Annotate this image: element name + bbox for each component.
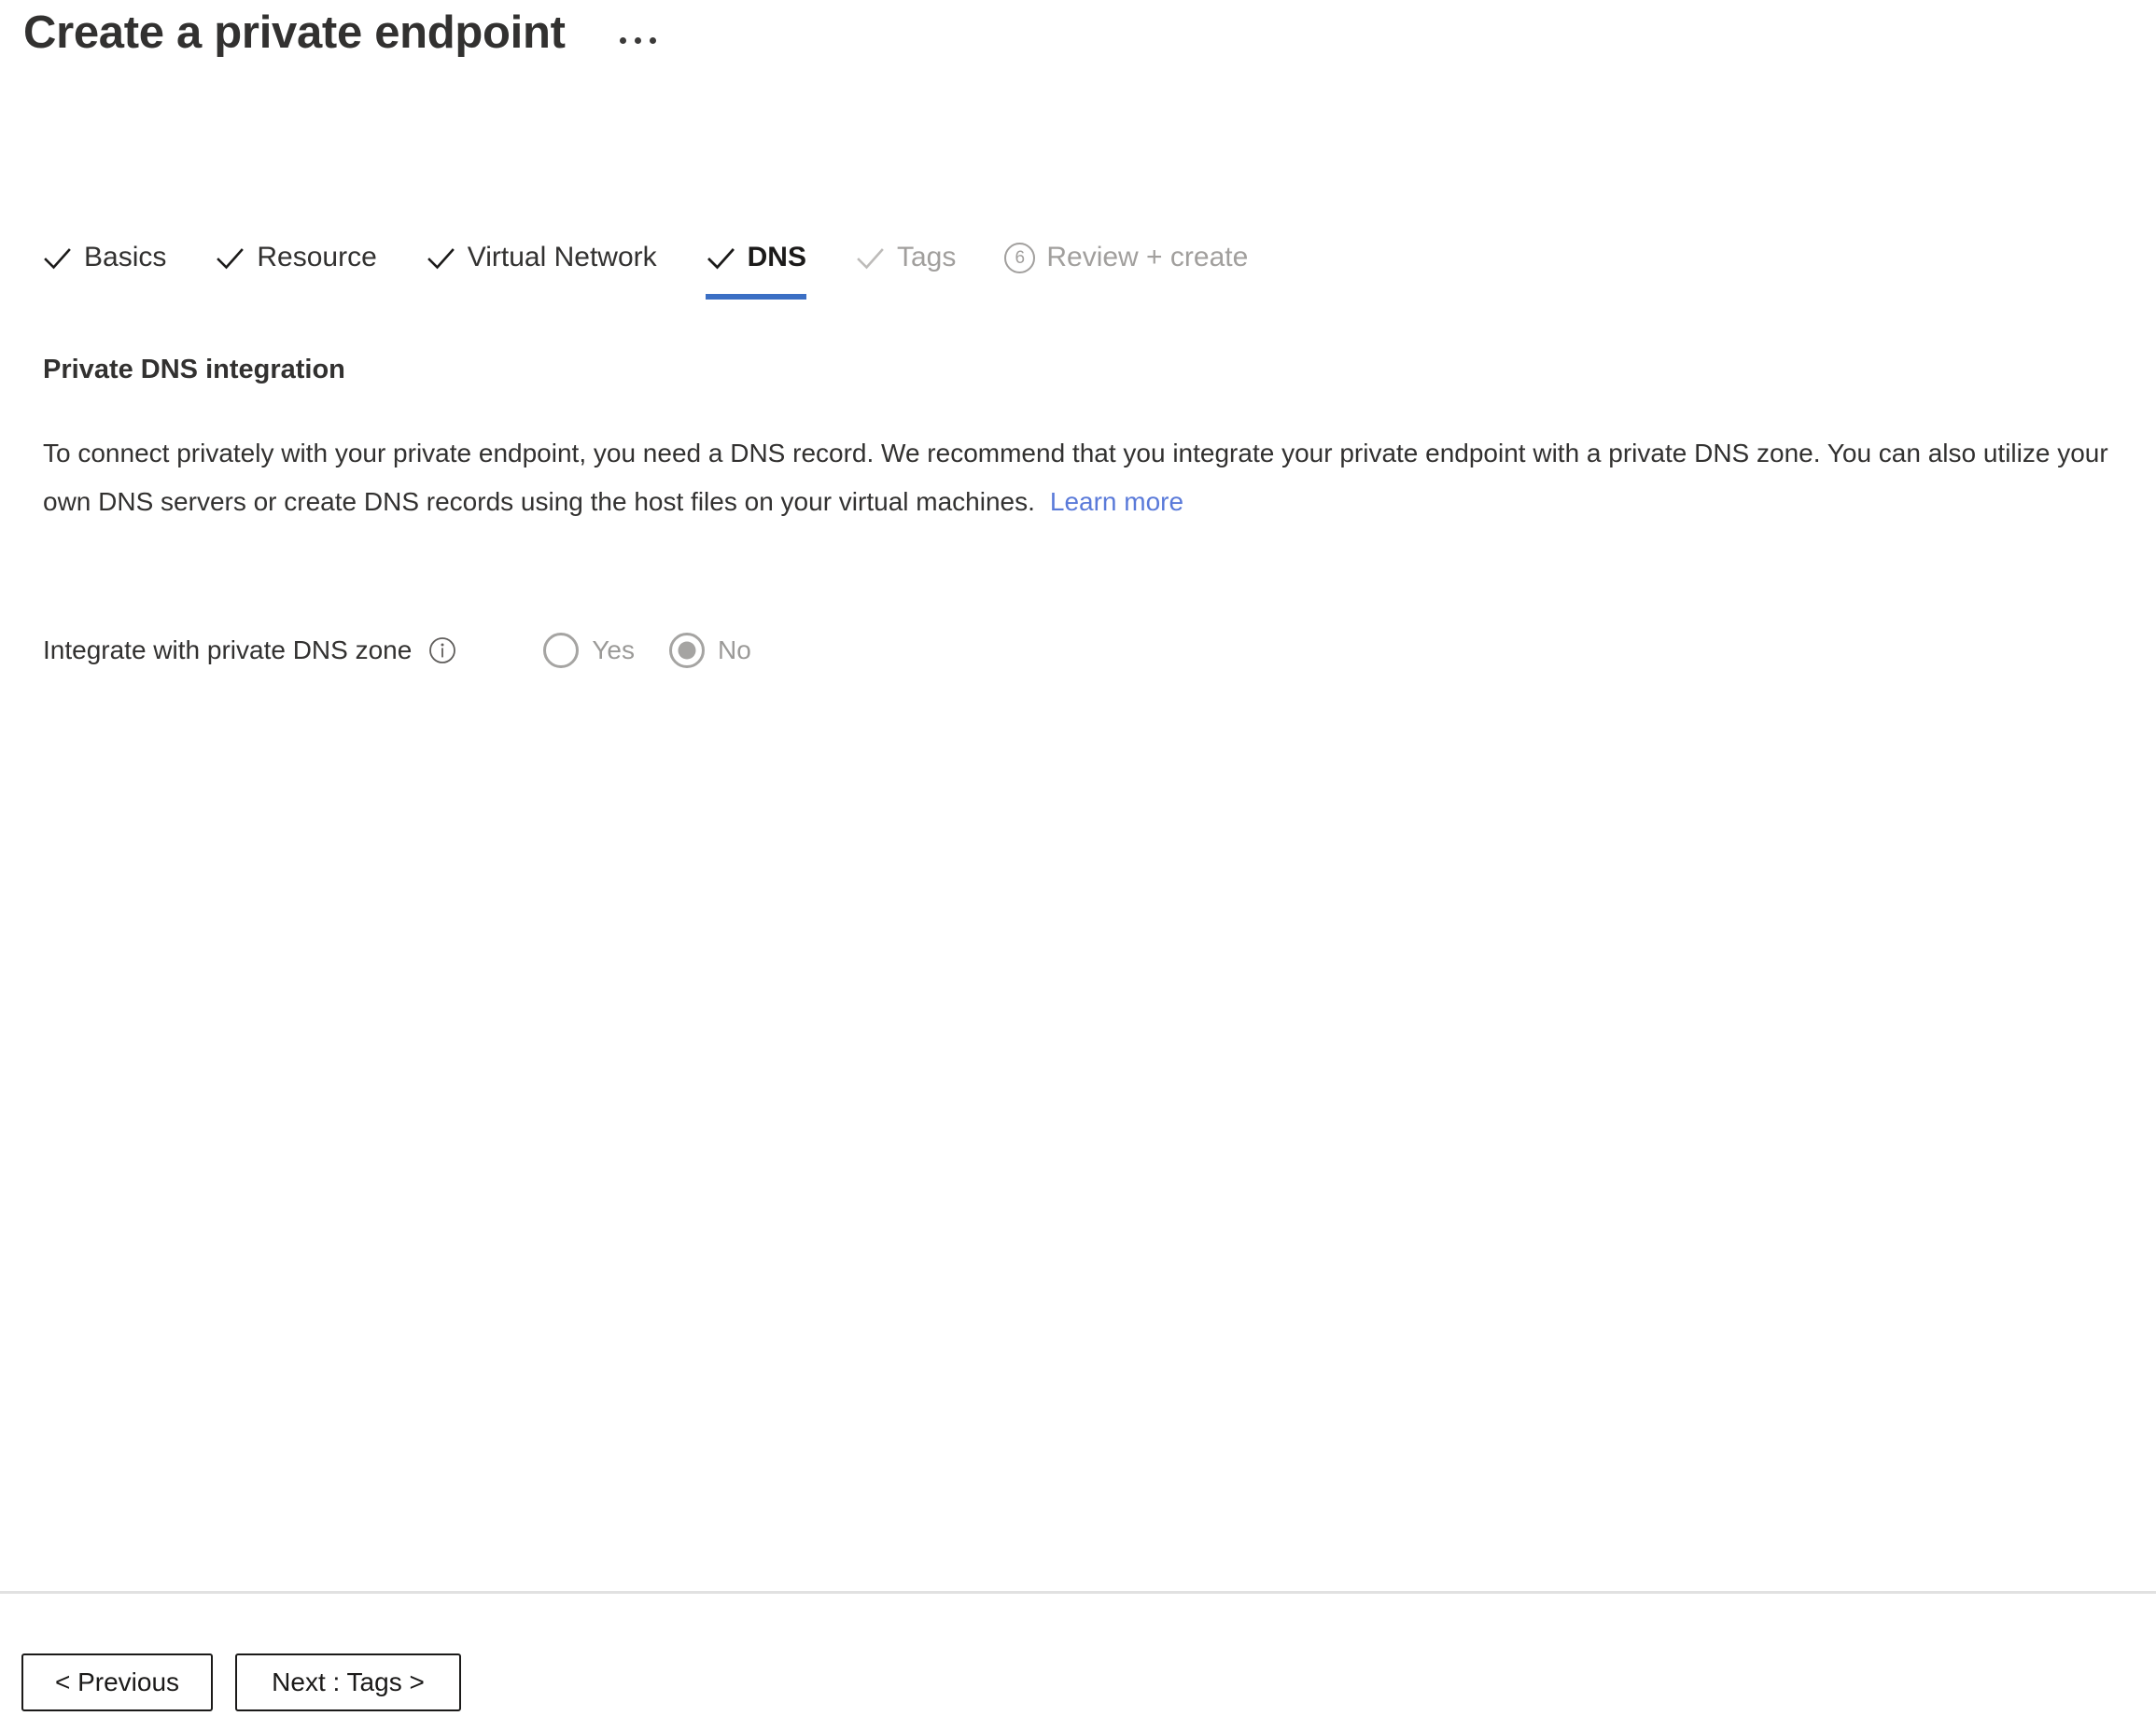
check-icon — [706, 244, 736, 274]
wizard-tab-strip: Basics Resource Virtual Network DNS Tags… — [42, 229, 1248, 305]
tab-label: Basics — [84, 242, 167, 272]
tab-dns[interactable]: DNS — [705, 229, 806, 300]
ellipsis-horizontal-icon[interactable] — [619, 12, 656, 53]
tab-resource[interactable]: Resource — [215, 229, 377, 286]
learn-more-link[interactable]: Learn more — [1050, 487, 1183, 516]
active-tab-underline — [705, 294, 806, 300]
radio-label: Yes — [592, 635, 635, 664]
radio-option-yes[interactable]: Yes — [543, 633, 635, 668]
ellipsis-dot — [649, 37, 656, 44]
page-title: Create a private endpoint — [23, 7, 566, 58]
field-label: Integrate with private DNS zone — [43, 635, 413, 664]
check-icon — [855, 244, 886, 274]
tab-virtual-network[interactable]: Virtual Network — [426, 229, 657, 286]
ellipsis-dot — [634, 37, 641, 44]
info-circle-icon[interactable] — [428, 636, 456, 664]
tab-tags[interactable]: Tags — [855, 229, 956, 286]
section-heading: Private DNS integration — [43, 355, 345, 384]
tab-label: Tags — [896, 242, 957, 272]
tab-review-create[interactable]: 6 Review + create — [1004, 229, 1248, 286]
tab-label: Virtual Network — [467, 242, 657, 272]
check-icon — [426, 244, 456, 274]
number-badge-icon: 6 — [1004, 242, 1036, 273]
radio-dot — [669, 633, 705, 668]
wizard-footer: < Previous Next : Tags > — [21, 1653, 461, 1711]
page-header: Create a private endpoint — [23, 4, 656, 62]
previous-button[interactable]: < Previous — [21, 1653, 213, 1711]
radio-label: No — [718, 635, 751, 664]
tab-label: Review + create — [1046, 242, 1249, 272]
tab-basics[interactable]: Basics — [42, 229, 166, 286]
next-tags-button[interactable]: Next : Tags > — [235, 1653, 461, 1711]
integrate-private-dns-zone-field: Integrate with private DNS zone Yes No — [43, 629, 751, 672]
section-description: To connect privately with your private e… — [43, 429, 2143, 526]
radio-option-no[interactable]: No — [669, 633, 751, 668]
ellipsis-dot — [619, 37, 626, 44]
footer-divider — [0, 1591, 2156, 1594]
tab-label: DNS — [747, 242, 806, 272]
tab-label: Resource — [257, 242, 377, 272]
radio-dot — [543, 633, 580, 668]
check-icon — [215, 244, 245, 274]
check-icon — [42, 244, 73, 274]
integrate-dns-radio-group: Yes No — [543, 633, 751, 668]
